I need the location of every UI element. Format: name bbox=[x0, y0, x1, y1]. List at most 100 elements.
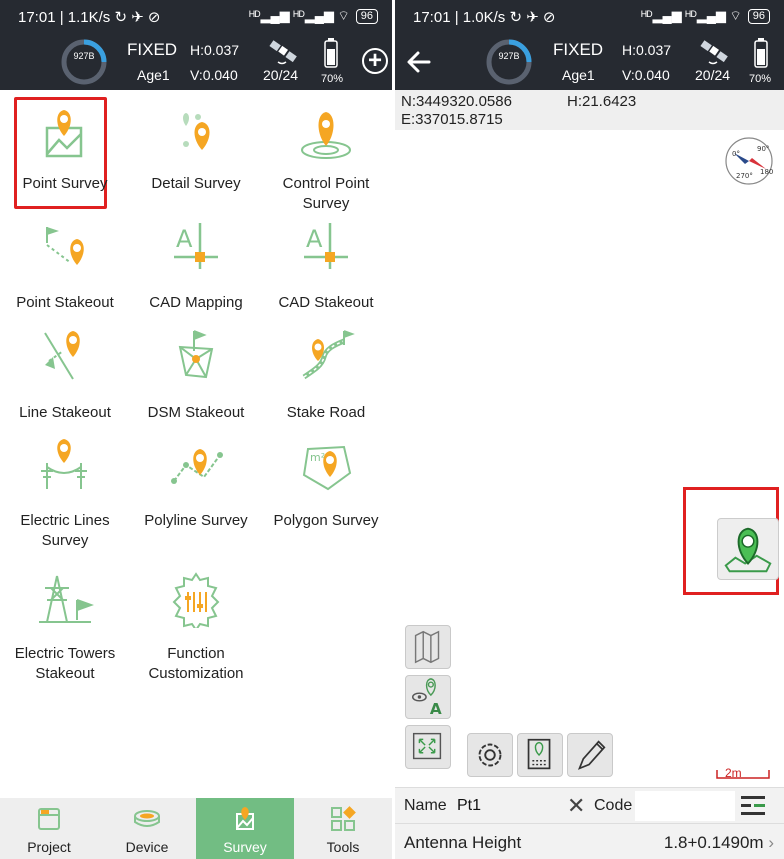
polyline-survey-icon bbox=[171, 449, 223, 484]
bottom-nav: Project Device Survey Tools bbox=[0, 798, 392, 859]
data-link-ring-icon bbox=[486, 39, 532, 85]
svg-text:270°: 270° bbox=[736, 172, 753, 180]
collect-point-button[interactable] bbox=[717, 518, 779, 580]
zoom-extent-button[interactable] bbox=[405, 725, 451, 769]
menu-electric-towers-stakeout[interactable]: Electric Towers Stakeout bbox=[0, 568, 130, 683]
nav-device[interactable]: Device bbox=[98, 798, 196, 859]
electric-towers-icon bbox=[39, 575, 94, 623]
gnss-status-bar[interactable]: 927B FIXED Age1 H:0.037 V:0.040 20/24 70… bbox=[395, 34, 784, 90]
pencil-icon bbox=[577, 740, 606, 770]
easting-value: E:337015.8715 bbox=[401, 111, 503, 128]
height-value: H:21.6423 bbox=[567, 93, 637, 110]
receiver-battery-level: 70% bbox=[321, 73, 344, 85]
map-canvas[interactable] bbox=[395, 130, 784, 790]
point-list-button[interactable] bbox=[517, 733, 563, 777]
fix-status: FIXED bbox=[553, 40, 604, 59]
line-stakeout-icon bbox=[44, 331, 80, 380]
h-precision: H:0.037 bbox=[622, 42, 672, 58]
svg-text:180°: 180° bbox=[760, 168, 774, 176]
antenna-height-value: 1.8+0.1490m bbox=[663, 833, 764, 852]
polygon-survey-icon: m² bbox=[302, 445, 352, 491]
status-bar: 17:01 | 1.0K/s ↻ ✈ ⊘ ᴴᴰ▂▄▆ ᴴᴰ▂▄▆ ⌔ 96 bbox=[395, 0, 784, 34]
map-layer-button[interactable] bbox=[405, 625, 451, 669]
menu-detail-survey[interactable]: Detail Survey bbox=[131, 100, 261, 200]
edit-button[interactable] bbox=[567, 733, 613, 777]
point-survey-icon bbox=[45, 110, 83, 158]
compass-icon[interactable]: 0° 90° 180° 270° bbox=[724, 136, 774, 186]
menu-point-survey[interactable]: Point Survey bbox=[0, 100, 130, 200]
survey-menu-screen: 17:01 | 1.1K/s ↻ ✈ ⊘ ᴴᴰ▂▄▆ ᴴᴰ▂▄▆ ⌔ 96 92… bbox=[0, 0, 392, 859]
point-label-icon: A bbox=[412, 678, 442, 718]
add-icon[interactable]: + bbox=[362, 48, 388, 74]
menu-line-stakeout[interactable]: Line Stakeout bbox=[0, 325, 130, 421]
function-customization-icon bbox=[172, 572, 220, 628]
dsm-stakeout-icon bbox=[178, 330, 214, 379]
phone-battery-icon: 96 bbox=[355, 8, 378, 24]
menu-electric-lines-survey[interactable]: Electric Lines Survey bbox=[0, 435, 130, 550]
menu-polyline-survey[interactable]: Polyline Survey bbox=[131, 435, 261, 550]
survey-icon bbox=[236, 807, 254, 830]
code-input[interactable] bbox=[635, 791, 735, 821]
code-list-icon[interactable] bbox=[741, 796, 765, 816]
satellite-count: 20/24 bbox=[263, 67, 299, 83]
svg-text:A: A bbox=[430, 700, 442, 718]
point-name-input[interactable]: Pt1 bbox=[457, 797, 481, 815]
status-bar: 17:01 | 1.1K/s ↻ ✈ ⊘ ᴴᴰ▂▄▆ ᴴᴰ▂▄▆ ⌔ 96 bbox=[0, 0, 392, 34]
svg-text:m²: m² bbox=[310, 451, 325, 464]
clear-name-icon[interactable]: ✕ bbox=[567, 793, 585, 819]
survey-function-grid: Point Survey Detail Survey Control Point… bbox=[0, 90, 392, 798]
detail-survey-icon bbox=[183, 113, 210, 150]
menu-cad-mapping[interactable]: A CAD Mapping bbox=[131, 215, 261, 311]
device-icon bbox=[134, 810, 160, 827]
control-point-survey-icon bbox=[301, 112, 351, 159]
menu-point-stakeout[interactable]: Point Stakeout bbox=[0, 215, 130, 311]
antenna-height-label: Antenna Height bbox=[404, 833, 522, 852]
northing-value: N:3449320.0586 bbox=[401, 93, 512, 110]
menu-polygon-survey[interactable]: m² Polygon Survey bbox=[261, 435, 391, 550]
age-label: Age1 bbox=[562, 67, 595, 83]
menu-function-customization[interactable]: Function Customization bbox=[131, 568, 261, 683]
point-label-toggle-button[interactable]: A bbox=[405, 675, 451, 719]
signal-icon: ᴴᴰ▂▄▆ ᴴᴰ▂▄▆ ⌔ bbox=[249, 8, 350, 23]
zoom-extent-icon bbox=[412, 732, 442, 760]
phone-battery-icon: 96 bbox=[747, 8, 770, 24]
cad-stakeout-icon: A bbox=[304, 223, 348, 269]
menu-cad-stakeout[interactable]: A CAD Stakeout bbox=[261, 215, 391, 311]
data-link-label: 927B bbox=[73, 51, 95, 61]
antenna-height-bar[interactable]: Antenna Height 1.8+0.1490m › bbox=[395, 823, 784, 859]
map-layer-icon bbox=[414, 630, 440, 664]
point-name-bar: Name Pt1 ✕ Code bbox=[395, 787, 784, 823]
satellite-count: 20/24 bbox=[695, 67, 731, 83]
v-precision: V:0.040 bbox=[190, 67, 238, 83]
receiver-battery-icon bbox=[324, 38, 338, 68]
menu-stake-road[interactable]: Stake Road bbox=[261, 325, 391, 421]
collect-point-icon bbox=[724, 527, 772, 573]
nav-tools[interactable]: Tools bbox=[294, 798, 392, 859]
svg-text:0°: 0° bbox=[732, 150, 740, 158]
svg-text:A: A bbox=[306, 225, 323, 253]
nav-survey[interactable]: Survey bbox=[196, 798, 294, 859]
menu-dsm-stakeout[interactable]: DSM Stakeout bbox=[131, 325, 261, 421]
receiver-battery-level: 70% bbox=[749, 73, 772, 85]
v-precision: V:0.040 bbox=[622, 67, 670, 83]
point-survey-screen: 17:01 | 1.0K/s ↻ ✈ ⊘ ᴴᴰ▂▄▆ ᴴᴰ▂▄▆ ⌔ 96 92… bbox=[395, 0, 784, 859]
coordinate-readout: N:3449320.0586 E:337015.8715 H:21.6423 bbox=[395, 90, 784, 130]
nav-project[interactable]: Project bbox=[0, 798, 98, 859]
back-arrow-icon[interactable] bbox=[405, 48, 433, 76]
code-label: Code bbox=[594, 797, 633, 814]
name-label: Name bbox=[404, 797, 447, 814]
settings-button[interactable] bbox=[467, 733, 513, 777]
point-list-icon bbox=[527, 738, 551, 770]
svg-text:90°: 90° bbox=[757, 145, 769, 153]
signal-icon: ᴴᴰ▂▄▆ ᴴᴰ▂▄▆ ⌔ bbox=[641, 8, 742, 23]
menu-control-point-survey[interactable]: Control Point Survey bbox=[261, 100, 391, 212]
gnss-status-bar[interactable]: 927B FIXED Age1 H:0.037 V:0.040 20/24 70… bbox=[0, 34, 392, 90]
tools-icon bbox=[331, 806, 356, 831]
point-stakeout-icon bbox=[46, 227, 84, 265]
gear-icon bbox=[478, 743, 502, 767]
scale-bar bbox=[716, 770, 770, 779]
electric-lines-icon bbox=[41, 439, 87, 489]
satellite-icon bbox=[269, 40, 297, 65]
chevron-right-icon: › bbox=[768, 833, 774, 852]
age-label: Age1 bbox=[137, 67, 170, 83]
